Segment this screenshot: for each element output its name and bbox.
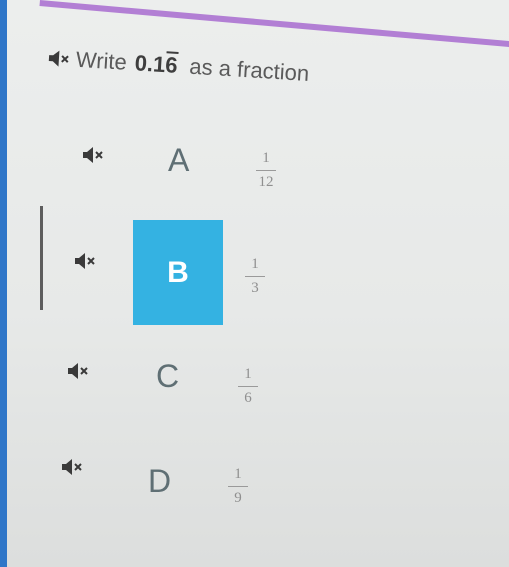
fraction-bar bbox=[245, 276, 265, 278]
choice-c-letter[interactable]: C bbox=[156, 358, 179, 395]
speaker-muted-icon[interactable] bbox=[74, 252, 98, 270]
choice-b-denominator: 3 bbox=[251, 280, 259, 297]
choice-a-fraction: 1 12 bbox=[256, 150, 276, 192]
choice-d-numerator: 1 bbox=[234, 466, 242, 482]
question-prompt: Write 0.16 as a fraction bbox=[47, 44, 310, 87]
choice-a-numerator: 1 bbox=[262, 150, 270, 166]
choice-c-numerator: 1 bbox=[244, 366, 252, 382]
top-stripe bbox=[39, 0, 509, 48]
speaker-muted-icon[interactable] bbox=[82, 146, 106, 164]
choice-a[interactable] bbox=[82, 146, 106, 164]
choice-b-numerator: 1 bbox=[251, 256, 259, 272]
question-text-prefix: Write bbox=[75, 46, 128, 75]
speaker-muted-icon[interactable] bbox=[67, 362, 91, 380]
choice-b-fraction: 1 3 bbox=[245, 256, 265, 298]
choice-a-denominator: 12 bbox=[258, 174, 274, 191]
choice-c[interactable] bbox=[67, 362, 91, 380]
choice-d-denominator: 9 bbox=[234, 490, 242, 507]
choice-d-letter[interactable]: D bbox=[148, 463, 171, 500]
selection-indicator bbox=[40, 206, 43, 310]
fraction-bar bbox=[228, 486, 248, 488]
question-text-suffix: as a fraction bbox=[188, 53, 310, 86]
choice-d-fraction: 1 9 bbox=[228, 466, 248, 508]
choice-c-denominator: 6 bbox=[244, 390, 252, 407]
left-accent-bar bbox=[0, 0, 7, 567]
fraction-bar bbox=[238, 386, 258, 388]
speaker-muted-icon[interactable] bbox=[47, 49, 72, 68]
choice-c-fraction: 1 6 bbox=[238, 366, 258, 408]
fraction-bar bbox=[256, 170, 276, 172]
speaker-muted-icon[interactable] bbox=[61, 458, 85, 476]
choice-d[interactable] bbox=[61, 458, 85, 476]
choice-b-letter-selected[interactable]: B bbox=[133, 220, 223, 325]
decimal-repeating-digit: 6 bbox=[164, 51, 179, 78]
repeating-decimal: 0.16 bbox=[134, 49, 179, 79]
choice-a-letter[interactable]: A bbox=[168, 142, 189, 179]
decimal-nonrepeating: 0.1 bbox=[134, 50, 167, 78]
choice-b[interactable] bbox=[74, 252, 98, 270]
